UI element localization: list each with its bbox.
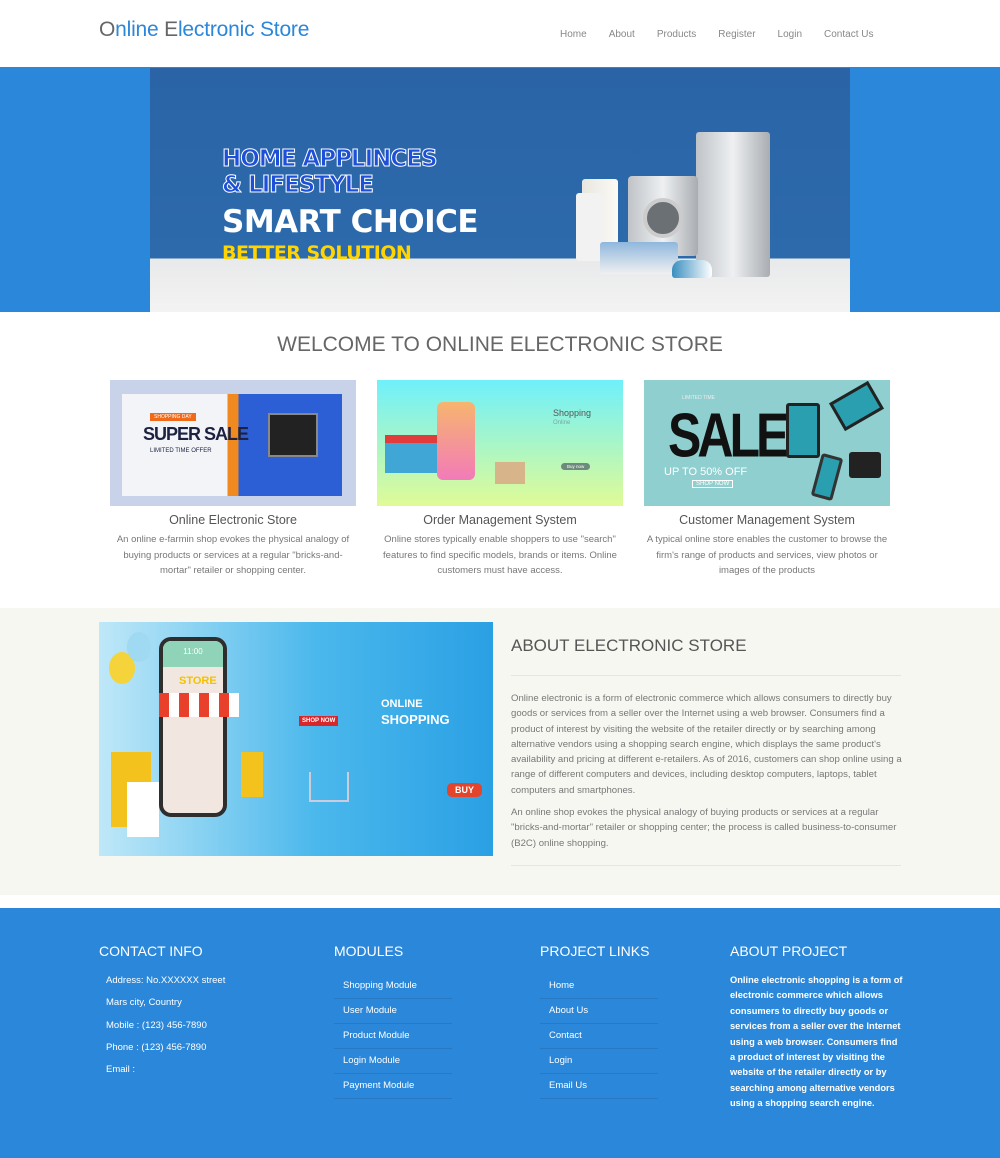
phone-icon: 11:00 STORE (159, 637, 239, 817)
image-label: SALE (668, 400, 789, 471)
module-link-payment[interactable]: Payment Module (334, 1074, 452, 1099)
banner-line2: & LIFESTYLE (222, 172, 375, 199)
image-label: 11:00 (163, 641, 223, 667)
site-footer: CONTACT INFO Address: No.XXXXXX street M… (0, 908, 1000, 1158)
nav-home[interactable]: Home (560, 29, 587, 40)
image-label: SHOPPING DAY (150, 413, 196, 421)
main-nav: Home About Products Register Login Conta… (560, 29, 895, 40)
card-online-store: SHOPPING DAY SUPER SALE LIMITED TIME OFF… (110, 380, 356, 579)
divider (511, 865, 901, 866)
site-header: Online Electronic Store Home About Produ… (0, 0, 1000, 67)
card-title: Customer Management System (679, 513, 855, 527)
phone-icon (810, 452, 844, 502)
footer-link-home[interactable]: Home (540, 974, 658, 999)
card-title: Order Management System (423, 513, 577, 527)
about-text: Online electronic is a form of electroni… (511, 691, 903, 858)
brand-text-part: E (164, 18, 178, 41)
contact-info-title: CONTACT INFO (99, 943, 203, 959)
image-label: LIMITED TIME OFFER (150, 448, 212, 454)
about-title: ABOUT ELECTRONIC STORE (511, 636, 747, 655)
cart-icon (309, 772, 349, 802)
card-image: Shopping Online Buy now (377, 380, 623, 506)
brand-logo[interactable]: Online Electronic Store (99, 18, 309, 42)
welcome-title: WELCOME TO ONLINE ELECTRONIC STORE (277, 333, 723, 356)
contact-city: Mars city, Country (106, 997, 182, 1009)
project-links-title: PROJECT LINKS (540, 943, 650, 959)
nav-login[interactable]: Login (778, 29, 802, 40)
about-paragraph: An online shop evokes the physical analo… (511, 807, 897, 849)
module-link-shopping[interactable]: Shopping Module (334, 974, 452, 999)
modules-title: MODULES (334, 943, 404, 959)
hero-banner: HOME APPLINCES & LIFESTYLE SMART CHOICE … (0, 67, 1000, 312)
divider (511, 675, 901, 676)
about-project-title: ABOUT PROJECT (730, 943, 848, 959)
nav-about[interactable]: About (609, 29, 635, 40)
about-image: 11:00 STORE SHOP NOW ONLINE SHOPPING BUY (99, 622, 493, 856)
card-text: An online e-farmin shop evokes the physi… (116, 534, 350, 577)
card-image: LIMITED TIME SALE UP TO 50% OFF SHOP NOW (644, 380, 890, 506)
card-order-management: Shopping Online Buy now Order Management… (377, 380, 623, 579)
tv-icon (268, 413, 318, 457)
tablet-icon (786, 403, 820, 458)
contact-email: Email : (106, 1064, 136, 1076)
air-conditioner-icon (600, 242, 678, 274)
card-title: Online Electronic Store (169, 513, 297, 527)
nav-register[interactable]: Register (718, 29, 755, 40)
module-link-login[interactable]: Login Module (334, 1049, 452, 1074)
footer-link-login[interactable]: Login (540, 1049, 658, 1074)
brand-text-part: O (99, 18, 116, 41)
shopping-bag-icon (127, 782, 159, 837)
footer-link-email[interactable]: Email Us (540, 1074, 658, 1099)
balloon-icon (127, 632, 151, 662)
fridge-icon (696, 132, 770, 277)
boxes-icon (495, 462, 525, 484)
card-text: Online stores typically enable shoppers … (383, 534, 617, 577)
nav-products[interactable]: Products (657, 29, 696, 40)
image-label: Buy now (561, 463, 591, 470)
awning-icon (159, 693, 239, 717)
banner-line1: HOME APPLINCES (222, 146, 439, 173)
iron-icon (672, 260, 712, 278)
image-label: SHOP NOW (692, 480, 734, 488)
contact-info-list: Address: No.XXXXXX street Mars city, Cou… (106, 975, 225, 1086)
shopping-bag-icon (241, 752, 263, 797)
image-label: STORE (179, 675, 217, 687)
footer-link-contact[interactable]: Contact (540, 1024, 658, 1049)
project-links-list: Home About Us Contact Login Email Us (540, 974, 658, 1099)
card-customer-management: LIMITED TIME SALE UP TO 50% OFF SHOP NOW… (644, 380, 890, 579)
modules-list: Shopping Module User Module Product Modu… (334, 974, 452, 1099)
portable-ac-icon (576, 193, 603, 261)
banner-line4: BETTER SOLUTION (222, 242, 412, 264)
image-label: ONLINE (381, 698, 423, 710)
image-label: SHOP NOW (299, 716, 339, 726)
image-label: UP TO 50% OFF (664, 466, 748, 478)
image-label: Online (553, 420, 571, 426)
brand-text-part: nline (115, 18, 165, 41)
phone-icon (437, 402, 475, 480)
image-label: BUY (447, 783, 483, 797)
image-label: Shopping (553, 408, 592, 418)
about-paragraph: Online electronic is a form of electroni… (511, 693, 902, 796)
camera-icon (849, 452, 881, 478)
module-link-product[interactable]: Product Module (334, 1024, 452, 1049)
footer-link-about[interactable]: About Us (540, 999, 658, 1024)
contact-phone: Phone : (123) 456-7890 (106, 1041, 207, 1053)
module-link-user[interactable]: User Module (334, 999, 452, 1024)
about-section: 11:00 STORE SHOP NOW ONLINE SHOPPING BUY… (0, 608, 1000, 895)
image-label: SHOPPING (381, 712, 450, 727)
image-label: SUPER SALE (143, 424, 249, 444)
card-text: A typical online store enables the custo… (646, 534, 888, 577)
banner-line3: SMART CHOICE (222, 204, 479, 240)
contact-mobile: Mobile : (123) 456-7890 (106, 1019, 207, 1031)
card-image: SHOPPING DAY SUPER SALE LIMITED TIME OFF… (110, 380, 356, 506)
contact-address: Address: No.XXXXXX street (106, 975, 226, 986)
about-project-text: Online electronic shopping is a form of … (730, 975, 903, 1109)
tablet-icon (829, 380, 884, 432)
hero-image: HOME APPLINCES & LIFESTYLE SMART CHOICE … (150, 68, 850, 312)
brand-text-part: lectronic Store (177, 18, 310, 41)
nav-contact[interactable]: Contact Us (824, 29, 873, 40)
